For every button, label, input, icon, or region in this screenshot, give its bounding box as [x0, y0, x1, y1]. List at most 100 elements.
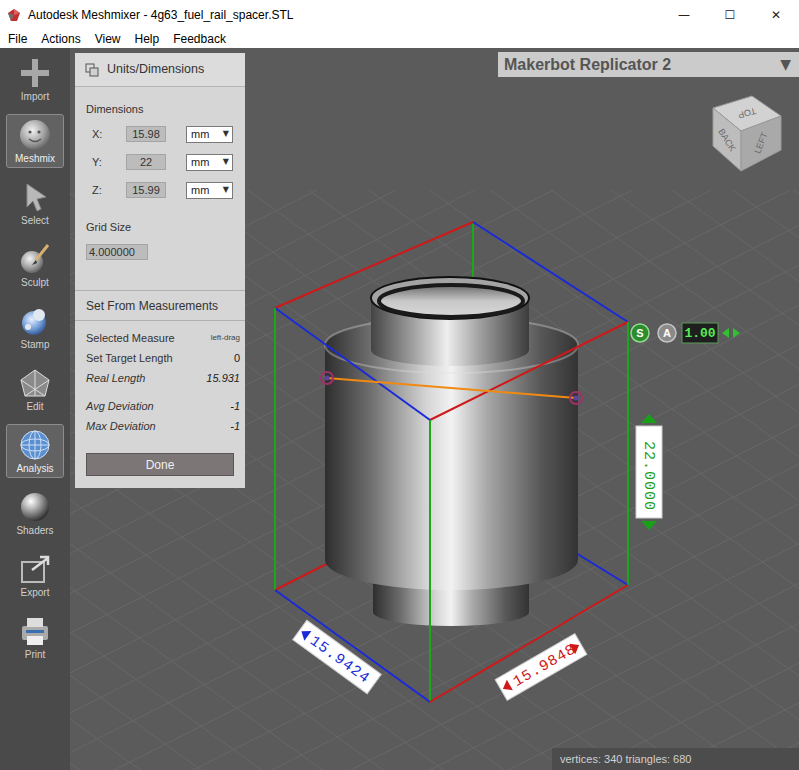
unit-dropdown[interactable]: mm▼: [186, 126, 233, 143]
grid-line: [70, 190, 799, 770]
axis-label: Z:: [92, 182, 126, 199]
stamp-icon: [18, 304, 52, 338]
grid-line: [70, 190, 799, 770]
minimize-button[interactable]: —: [661, 0, 707, 30]
scale-controls: [631, 323, 740, 343]
measurement-line[interactable]: [321, 372, 582, 404]
dimension-value: 15.9848: [510, 641, 579, 691]
axis-label: Y:: [92, 154, 126, 171]
face-sphere-icon: [18, 118, 52, 152]
dimension-row: Z:15.99 mm▼: [86, 179, 234, 201]
view-cube-face-label[interactable]: LEFT: [752, 130, 770, 155]
measurement-label: Max Deviation: [86, 418, 156, 435]
measure-end-handle[interactable]: [570, 392, 582, 404]
toolbar-label: Select: [21, 214, 49, 227]
toolbar-item[interactable]: Edit: [6, 362, 64, 416]
fuel-rail-spacer-model[interactable]: [325, 277, 578, 626]
dimension-row: Y: 22 mm ▼: [86, 151, 234, 173]
toolbar-item[interactable]: Analysis: [6, 424, 64, 478]
measurement-label: Set Target Length: [86, 350, 173, 367]
view-cube-face-label[interactable]: TOP: [737, 106, 757, 120]
measurement-row[interactable]: Set Target Length 0: [86, 348, 240, 368]
unit-dropdown[interactable]: mm ▼: [186, 154, 233, 171]
dimension-value: 22: [140, 155, 152, 169]
done-button[interactable]: Done: [86, 453, 234, 476]
printer-name: Makerbot Replicator 2: [504, 53, 671, 77]
maximize-button[interactable]: ☐: [707, 0, 753, 30]
view-cube-face-label[interactable]: BACK: [716, 127, 737, 153]
toolbar-label: Export: [21, 586, 50, 599]
dimension-field[interactable]: 15.99: [126, 182, 166, 198]
menu-item[interactable]: View: [88, 31, 128, 47]
increase-arrow-icon[interactable]: [733, 328, 740, 338]
y-dimension-label[interactable]: 15.9848: [495, 634, 587, 701]
dimension-field[interactable]: 15.98: [126, 126, 166, 142]
grid-line: [70, 190, 799, 770]
toolbar-item[interactable]: Shaders: [6, 486, 64, 540]
dimension-field[interactable]: 22: [126, 154, 166, 170]
measurement-value: left-drag: [211, 332, 240, 344]
menu-item[interactable]: Help: [128, 31, 167, 47]
grid-line: [70, 190, 799, 770]
grid-line: [70, 190, 799, 770]
grid-line: [70, 190, 799, 770]
dropdown-arrow-icon: ▼: [223, 184, 229, 196]
tool-sidebar: Import Meshmix Select Sculpt Stamp Edit Analys…: [0, 48, 70, 770]
status-bar: vertices: 340 triangles: 680: [552, 748, 799, 770]
unit-dropdown[interactable]: mm▼: [186, 182, 233, 199]
measurement-row[interactable]: Selected Measureleft-drag: [86, 328, 240, 348]
dimension-value: 15.9424: [306, 633, 373, 688]
toggle-label: S: [636, 327, 643, 339]
measurement-value: 0: [234, 350, 240, 367]
unit-value: mm: [191, 155, 209, 169]
measurement-rows: Selected Measureleft-dragSet Target Leng…: [75, 328, 245, 436]
toolbar-item[interactable]: Stamp: [6, 300, 64, 354]
view-cube[interactable]: [713, 96, 781, 171]
scale-toggle[interactable]: [631, 324, 649, 342]
grid-line: [70, 190, 799, 770]
toolbar-label: Meshmix: [15, 152, 55, 165]
menu-item[interactable]: Feedback: [166, 31, 233, 47]
grid-line: [70, 190, 799, 770]
units-dimensions-panel: Units/DimensionsDimensionsX:15.98mm▼Y:22…: [75, 53, 245, 488]
grid-line: [70, 509, 799, 770]
grid-line: [70, 190, 799, 770]
toolbar-item[interactable]: Meshmix: [6, 114, 64, 168]
printer-icon: [18, 614, 52, 648]
grid-line: [70, 190, 799, 770]
grid-line: [70, 190, 799, 737]
grid-line: [70, 190, 799, 770]
printer-dropdown[interactable]: Makerbot Replicator 2 ▼: [498, 52, 799, 77]
scale-field[interactable]: [682, 323, 718, 343]
sphere-icon: [18, 490, 52, 524]
dimension-value: 15.98: [132, 127, 160, 141]
grid-line: [70, 228, 799, 770]
x-dimension-label[interactable]: 15.9424: [293, 620, 382, 693]
z-dimension-label[interactable]: 22.0000: [636, 414, 662, 530]
grid-size-field[interactable]: 4.000000: [86, 244, 148, 260]
grid-line: [70, 190, 799, 770]
scale-toggle[interactable]: [658, 324, 676, 342]
toolbar-label: Import: [21, 90, 49, 103]
toolbar-item[interactable]: Sculpt: [6, 238, 64, 292]
measure-start-handle[interactable]: [321, 372, 333, 384]
dimension-rows: X:15.98mm▼Y:22mm▼Z:15.99mm▼: [86, 123, 234, 201]
grid-line: [70, 190, 799, 770]
dropdown-arrow-icon: ▼: [223, 156, 229, 168]
panel-title: Units/Dimensions: [107, 60, 204, 79]
close-button[interactable]: ✕: [753, 0, 799, 30]
toolbar-item[interactable]: Print: [6, 610, 64, 664]
menu-item[interactable]: Actions: [34, 31, 87, 47]
toolbar-item[interactable]: Export: [6, 548, 64, 602]
app-icon: [0, 8, 28, 22]
dropdown-arrow-icon: ▼: [223, 128, 229, 140]
dropdown-arrow-icon: ▼: [780, 54, 791, 75]
measurement-row: Max Deviation-1: [86, 416, 240, 436]
menu-item[interactable]: File: [1, 31, 34, 47]
toolbar-item[interactable]: Import: [6, 52, 64, 106]
grid-line: [70, 190, 799, 714]
measurement-row: Avg Deviation-1: [86, 396, 240, 416]
decrease-arrow-icon[interactable]: [722, 328, 729, 338]
toolbar-item[interactable]: Select: [6, 176, 64, 230]
viewport[interactable]: 15.9424 15.9848 22.0000 SA1.00 TOPBACKLE…: [70, 48, 799, 770]
